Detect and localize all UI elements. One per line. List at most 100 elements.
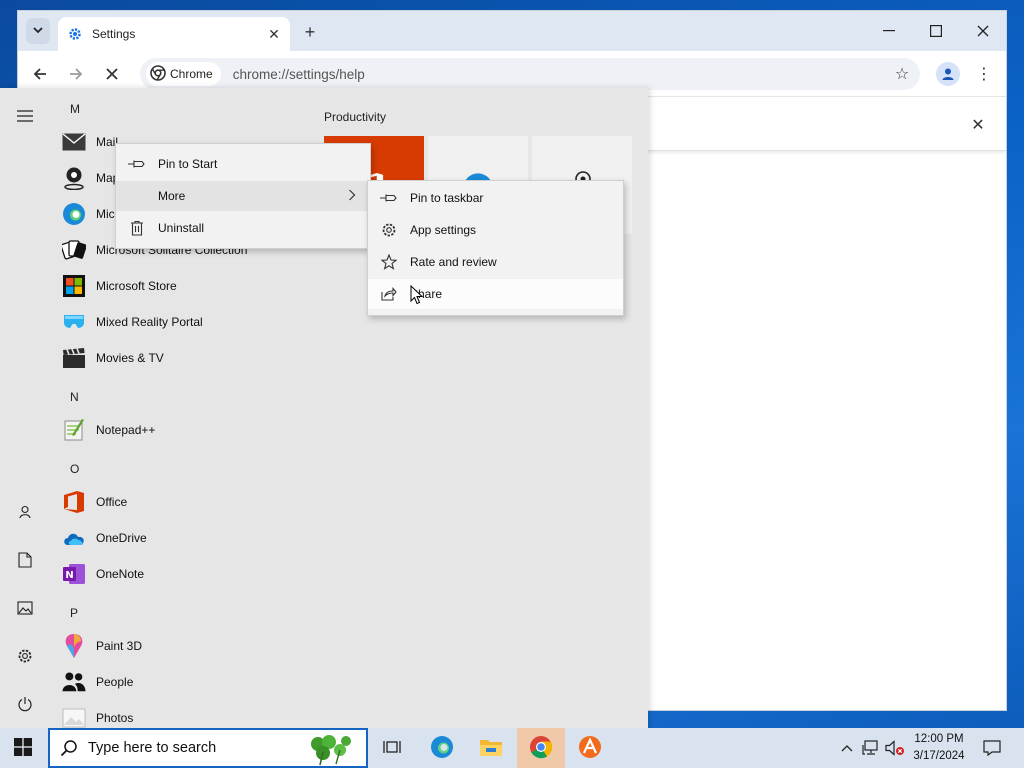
paint3d-icon <box>62 634 86 658</box>
app-item-onenote[interactable]: N OneNote <box>62 557 312 591</box>
store-icon <box>62 274 86 298</box>
uninstall-item[interactable]: Uninstall <box>116 213 370 243</box>
close-window-button[interactable] <box>960 11 1006 51</box>
tab-strip: Settings ✕ + <box>18 11 1006 51</box>
mixed-reality-headset-icon <box>62 310 86 334</box>
tab-search-button[interactable] <box>26 18 50 44</box>
rate-and-review-item[interactable]: Rate and review <box>368 247 623 277</box>
maps-pin-icon <box>62 166 86 190</box>
settings-dialog-header: ✕ <box>648 99 1006 151</box>
app-item-onedrive[interactable]: OneDrive <box>62 521 312 555</box>
solitaire-cards-icon <box>62 238 86 262</box>
app-context-menu: Pin to Start More Uninstall <box>115 143 371 249</box>
app-item-mixed-reality[interactable]: Mixed Reality Portal <box>62 305 312 339</box>
share-item[interactable]: Share <box>368 279 623 309</box>
mouse-cursor-icon <box>410 284 424 308</box>
site-info-chip[interactable]: Chrome <box>146 62 221 86</box>
app-item-notepadpp[interactable]: Notepad++ <box>62 413 312 447</box>
task-view-button[interactable] <box>369 728 415 768</box>
site-chip-label: Chrome <box>170 67 213 81</box>
power-icon[interactable] <box>8 687 42 721</box>
network-icon[interactable] <box>860 728 882 768</box>
star-icon <box>380 253 398 271</box>
chevron-right-icon <box>348 189 356 204</box>
url-text: chrome://settings/help <box>232 66 365 82</box>
tab-close-icon[interactable]: ✕ <box>264 24 284 44</box>
app-item-store[interactable]: Microsoft Store <box>62 269 312 303</box>
taskbar-chrome-button[interactable] <box>517 728 565 768</box>
taskbar: Type here to search 12:00 PM 3/17/2024 <box>0 728 1024 768</box>
tray-chevron-up-icon[interactable] <box>838 728 856 768</box>
dialog-close-icon[interactable]: ✕ <box>966 113 990 137</box>
movies-clapper-icon <box>62 346 86 370</box>
gear-icon <box>380 221 398 239</box>
onenote-icon: N <box>62 562 86 586</box>
bookmark-star-icon[interactable]: ☆ <box>892 64 912 84</box>
search-icon <box>60 739 78 757</box>
clock-time: 12:00 PM <box>914 733 964 745</box>
forward-button[interactable] <box>64 62 88 86</box>
edge-icon <box>62 202 86 226</box>
pin-to-start-item[interactable]: Pin to Start <box>116 149 370 179</box>
hamburger-menu-icon[interactable] <box>8 99 42 133</box>
notifications-icon[interactable] <box>978 728 1006 768</box>
stop-loading-button[interactable] <box>100 62 124 86</box>
start-rail <box>0 88 50 728</box>
start-button[interactable] <box>0 728 46 768</box>
more-menu-icon[interactable]: ⋮ <box>972 62 996 86</box>
new-tab-button[interactable]: + <box>298 20 322 44</box>
pin-icon <box>128 155 146 173</box>
chrome-logo-icon <box>150 64 166 84</box>
tab-title: Settings <box>92 27 136 41</box>
minimize-button[interactable] <box>866 11 912 51</box>
taskbar-clock[interactable]: 12:00 PM 3/17/2024 <box>906 731 972 765</box>
mail-icon <box>62 130 86 154</box>
back-button[interactable] <box>28 62 52 86</box>
photos-icon <box>62 706 86 730</box>
trash-icon <box>128 219 146 237</box>
taskbar-edge-button[interactable] <box>419 728 465 768</box>
clock-date: 3/17/2024 <box>913 750 965 762</box>
app-settings-item[interactable]: App settings <box>368 215 623 245</box>
orange-app-icon <box>578 735 602 762</box>
task-view-icon <box>383 739 401 758</box>
people-icon <box>62 670 86 694</box>
address-bar[interactable]: Chrome chrome://settings/help ☆ <box>140 58 920 90</box>
pictures-icon[interactable] <box>8 591 42 625</box>
windows-logo-icon <box>14 737 32 759</box>
letter-header-p[interactable]: P <box>70 606 78 620</box>
more-submenu: Pin to taskbar App settings Rate and rev… <box>367 180 624 316</box>
office-icon <box>62 490 86 514</box>
taskbar-file-explorer-button[interactable] <box>468 728 514 768</box>
maximize-button[interactable] <box>913 11 959 51</box>
letter-header-m[interactable]: M <box>70 102 80 116</box>
tab-settings[interactable]: Settings ✕ <box>58 17 290 51</box>
letter-header-o[interactable]: O <box>70 462 79 476</box>
taskbar-search-box[interactable]: Type here to search <box>48 728 368 768</box>
profile-avatar-icon[interactable] <box>936 62 960 86</box>
pin-to-taskbar-item[interactable]: Pin to taskbar <box>368 183 623 213</box>
more-item[interactable]: More <box>116 181 370 211</box>
app-item-office[interactable]: Office <box>62 485 312 519</box>
notepadpp-icon <box>62 418 86 442</box>
svg-text:N: N <box>65 570 73 581</box>
volume-muted-icon[interactable] <box>884 728 906 768</box>
chrome-logo-icon <box>529 735 553 762</box>
letter-header-n[interactable]: N <box>70 390 79 404</box>
app-item-movies[interactable]: Movies & TV <box>62 341 312 375</box>
search-placeholder: Type here to search <box>88 740 217 756</box>
pin-icon <box>380 189 398 207</box>
documents-icon[interactable] <box>8 543 42 577</box>
user-account-icon[interactable] <box>8 495 42 529</box>
edge-icon <box>430 735 454 762</box>
share-icon <box>380 285 398 303</box>
taskbar-app-button[interactable] <box>567 728 613 768</box>
onedrive-cloud-icon <box>62 526 86 550</box>
tile-group-title: Productivity <box>324 110 387 124</box>
app-item-people[interactable]: People <box>62 665 312 699</box>
settings-gear-icon <box>68 27 82 41</box>
folder-icon <box>479 737 503 760</box>
shamrock-icon <box>296 732 356 768</box>
app-item-paint3d[interactable]: Paint 3D <box>62 629 312 663</box>
settings-icon[interactable] <box>8 639 42 673</box>
